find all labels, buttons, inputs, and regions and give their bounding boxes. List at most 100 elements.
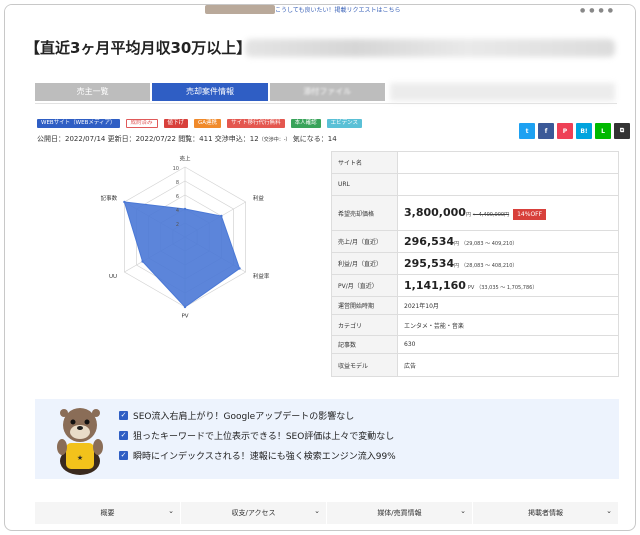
accordion-bar: 概要 ⌄ 収支/アクセス ⌄ 媒体/売買情報 ⌄ 掲載者情報 ⌄ [35, 502, 619, 524]
original-price: ← 4,400,000円 [472, 212, 510, 218]
start-value: 2021年10月 [397, 296, 619, 315]
title-blurred-part [245, 39, 615, 57]
accordion-revenue-access[interactable]: 収支/アクセス ⌄ [181, 502, 327, 524]
table-row: 記事数 630 [331, 335, 619, 354]
badge-price-down: 値下げ [163, 119, 189, 128]
promo-text: 瞬時にインデックスされる！速報にも強く検索エンジン流入99% [133, 452, 396, 462]
facebook-icon[interactable]: f [538, 123, 554, 139]
hatena-icon[interactable]: B! [576, 123, 592, 139]
twitter-icon[interactable]: t [519, 123, 535, 139]
tab-attachments[interactable]: 添付ファイル [269, 83, 385, 101]
tab-sellers[interactable]: 売主一覧 [35, 83, 151, 101]
list-item: ✓ SEO流入右肩上がり！Googleアップデートの影響なし [119, 409, 396, 422]
radar-data-point [238, 267, 241, 270]
copy-icon[interactable]: ⧉ [614, 123, 630, 139]
radar-axis-label: 利益率 [253, 272, 270, 280]
radar-axis-label: PV [181, 313, 188, 319]
radar-scale-label: 10 [173, 166, 179, 172]
row-label: 運営開始時期 [331, 296, 398, 315]
promo-box: ★ ✓ SEO流入右肩上がり！Googleアップデートの影響なし ✓ 狙ったキーワー… [35, 399, 619, 479]
accordion-label: 媒体/売買情報 [377, 509, 422, 517]
radar-axis-label: 売上 [179, 155, 191, 163]
list-item: ✓ 瞬時にインデックスされる！速報にも強く検索エンジン流入99% [119, 449, 396, 462]
accordion-label: 概要 [100, 509, 115, 517]
radar-data-point [183, 305, 187, 309]
top-banner-image [205, 5, 275, 14]
pagination-dots: ●●●● [580, 7, 617, 14]
listing-meta: 公開日：2022/07/14 更新日：2022/07/22 閲覧：411 交渉申… [37, 134, 337, 144]
tab-bar: 売主一覧 売却案件情報 添付ファイル [35, 83, 387, 101]
discount-badge: 14%OFF [513, 209, 547, 220]
radar-data-point [123, 200, 126, 204]
row-label: 記事数 [331, 335, 398, 354]
radar-chart: 10 8 6 4 2 売上利益利益率 PV UU 記事数 [101, 155, 270, 320]
table-row: サイト名 [331, 151, 619, 174]
price-cell: 3,800,000円 ← 4,400,000円 14%OFF [397, 195, 619, 231]
tag-badges: WEBサイト（WEBメディア） 成約済み 値下げ GA連携 サイト移行代行無料 … [37, 119, 362, 128]
sales-value: 296,534 [404, 235, 455, 248]
checkbox-icon: ✓ [119, 431, 128, 440]
category-value: エンタメ・芸能・音楽 [397, 314, 619, 336]
row-label: カテゴリ [331, 314, 398, 336]
table-row: カテゴリ エンタメ・芸能・音楽 [331, 314, 619, 336]
chevron-down-icon: ⌄ [460, 507, 466, 515]
pv-cell: 1,141,160 PV （33,035 ～ 1,705,786） [397, 274, 619, 297]
request-link[interactable]: こうしても良いたい！掲載リクエストはこちら [275, 5, 401, 14]
radar-data-point [141, 260, 144, 263]
share-buttons: t f P B! L ⧉ [519, 123, 630, 139]
row-label: 希望売却価格 [331, 195, 398, 231]
tab-label: 売主一覧 [76, 87, 109, 96]
tab-listing-info[interactable]: 売却案件情報 [152, 83, 268, 101]
sales-unit: 円 [454, 241, 460, 247]
accordion-publisher[interactable]: 掲載者情報 ⌄ [473, 502, 619, 524]
tabs-blurred-area [390, 83, 615, 101]
radar-axis-label: 利益 [253, 194, 265, 202]
table-row: URL [331, 173, 619, 196]
radar-scale-label: 6 [176, 194, 179, 200]
table-row: 売上/月（直近） 296,534円 （29,083 ～ 409,210） [331, 230, 619, 253]
svg-text:★: ★ [77, 454, 83, 462]
row-label: 利益/月（直近） [331, 252, 398, 275]
checkbox-icon: ✓ [119, 411, 128, 420]
chevron-down-icon: ⌄ [606, 507, 612, 515]
favorite-count: 気になる：14 [292, 135, 337, 143]
profit-cell: 295,534円 （28,083 ～ 408,210） [397, 252, 619, 275]
sales-cell: 296,534円 （29,083 ～ 409,210） [397, 230, 619, 253]
row-label: サイト名 [331, 151, 398, 174]
radar-scale-label: 8 [176, 180, 179, 186]
accordion-label: 収支/アクセス [231, 509, 276, 517]
published-date: 公開日：2022/07/14 [37, 135, 106, 143]
divider [35, 103, 617, 104]
pv-value: 1,141,160 [404, 279, 466, 292]
promo-checklist: ✓ SEO流入右肩上がり！Googleアップデートの影響なし ✓ 狙ったキーワードで… [119, 409, 396, 469]
promo-text: SEO流入右肩上がり！Googleアップデートの影響なし [133, 412, 355, 422]
badge-sold: 成約済み [125, 119, 158, 128]
row-label: 収益モデル [331, 353, 398, 377]
site-info-table: サイト名 URL 希望売却価格 3,800,000円 ← 4,400,000円 1… [331, 151, 619, 377]
pocket-icon[interactable]: P [557, 123, 573, 139]
price-unit: 円 [465, 212, 471, 218]
row-label: URL [331, 173, 398, 196]
price-value: 3,800,000 [404, 206, 466, 219]
pv-unit: PV [467, 285, 475, 291]
profit-unit: 円 [454, 263, 460, 269]
profit-value: 295,534 [404, 257, 455, 270]
radar-scale-label: 2 [176, 222, 179, 228]
radar-axis-label: 記事数 [101, 194, 118, 202]
accordion-overview[interactable]: 概要 ⌄ [35, 502, 181, 524]
badge-category: WEBサイト（WEBメディア） [37, 119, 120, 128]
site-name-value [397, 151, 619, 174]
profit-range: （28,083 ～ 408,210） [461, 263, 518, 269]
url-value [397, 173, 619, 196]
badge-identity: 本人確認 [290, 119, 321, 128]
view-count: 閲覧：411 [178, 135, 213, 143]
table-row: 利益/月（直近） 295,534円 （28,083 ～ 408,210） [331, 252, 619, 275]
browser-frame: こうしても良いたい！掲載リクエストはこちら ●●●● 【直近3ヶ月平均月収30万… [4, 4, 636, 531]
list-item: ✓ 狙ったキーワードで上位表示できる！SEO評価は上々で変動なし [119, 429, 396, 442]
updated-date: 更新日：2022/07/22 [107, 135, 176, 143]
page-title: 【直近3ヶ月平均月収30万以上】 [25, 39, 252, 57]
line-icon[interactable]: L [595, 123, 611, 139]
articles-value: 630 [397, 335, 619, 354]
accordion-media-trade[interactable]: 媒体/売買情報 ⌄ [327, 502, 473, 524]
otter-mascot-icon: ★ [57, 408, 103, 475]
